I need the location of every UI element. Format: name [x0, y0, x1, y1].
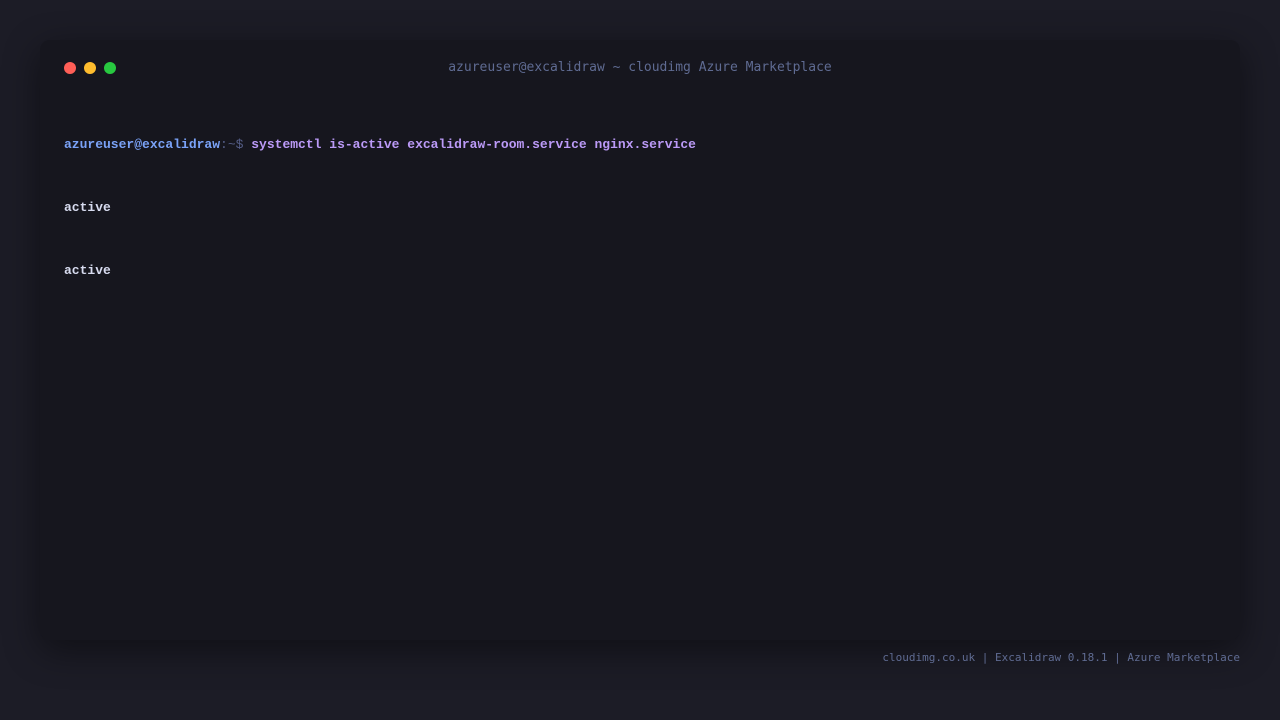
command-text: systemctl is-active excalidraw-room.serv…	[251, 137, 696, 152]
output-line: active	[64, 263, 111, 278]
output-line: active	[64, 200, 111, 215]
prompt-path-symbol: :~$	[220, 137, 252, 152]
window-title: azureuser@excalidraw ~ cloudimg Azure Ma…	[448, 60, 832, 75]
terminal-output-area[interactable]: azureuser@excalidraw:~$ systemctl is-act…	[64, 92, 1216, 323]
title-bar: azureuser@excalidraw ~ cloudimg Azure Ma…	[40, 40, 1240, 96]
prompt-user-host: azureuser@excalidraw	[64, 137, 221, 152]
command-line: azureuser@excalidraw:~$ systemctl is-act…	[64, 134, 1216, 155]
terminal-window: azureuser@excalidraw ~ cloudimg Azure Ma…	[40, 40, 1240, 640]
footer-caption: cloudimg.co.uk | Excalidraw 0.18.1 | Azu…	[882, 651, 1240, 664]
